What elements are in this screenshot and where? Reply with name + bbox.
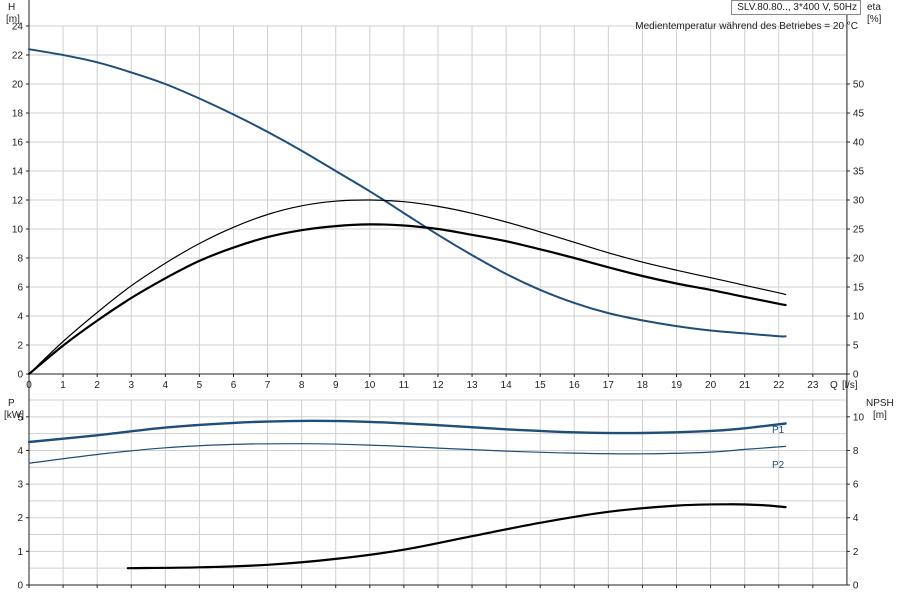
x-tick-label: 7 — [265, 380, 271, 391]
x-tick-label: 4 — [163, 380, 169, 391]
left-tick-label: 12 — [12, 196, 24, 207]
left-ticks-1: 024681012141618202224 — [12, 22, 29, 381]
x-tick-label: 18 — [637, 380, 649, 391]
series-line-0-0 — [28, 48, 787, 338]
p2-label: P2 — [772, 460, 785, 471]
power-npsh-plot: 012345 0246810 P [kW] NPSH [m] P1 P2 — [4, 374, 894, 592]
y-right-name-2: NPSH — [866, 398, 894, 409]
right-tick-label: 50 — [853, 80, 865, 91]
right-tick-label: 4 — [853, 513, 859, 524]
x-axis-unit: [l/s] — [842, 380, 858, 391]
series-line-1-0 — [27, 419, 787, 444]
pump-info-box: SLV.80.80.., 3*400 V, 50Hz — [731, 0, 861, 15]
right-tick-label: 0 — [853, 370, 859, 381]
x-tick-label: 23 — [807, 380, 819, 391]
right-tick-label: 25 — [853, 225, 865, 236]
x-tick-label: 2 — [94, 380, 100, 391]
right-tick-label: 8 — [853, 446, 859, 457]
right-tick-label: 20 — [853, 254, 865, 265]
right-ticks-1: 0 5 10 15 20 25 30 35 40 45 50 — [846, 80, 865, 381]
left-tick-label: 18 — [12, 109, 24, 120]
left-tick-label: 4 — [17, 446, 23, 457]
pump-curve-chart: 01234567891011121314151617181920212223 0… — [4, 0, 894, 592]
x-axis-name: Q — [830, 380, 838, 391]
left-tick-label: 0 — [17, 370, 23, 381]
left-tick-label: 4 — [17, 312, 23, 323]
x-tick-label: 14 — [501, 380, 513, 391]
y-left-unit-1: [m] — [6, 14, 20, 25]
x-tick-label: 5 — [197, 380, 203, 391]
left-tick-label: 3 — [17, 480, 23, 491]
y-right-unit-2: [m] — [873, 410, 887, 421]
y-right-name-1: eta — [867, 2, 881, 13]
right-tick-label: 10 — [853, 412, 865, 423]
left-tick-label: 16 — [12, 138, 24, 149]
x-tick-label: 17 — [603, 380, 615, 391]
series-line-1-1 — [28, 443, 787, 464]
left-ticks-2: 012345 — [17, 412, 29, 592]
pump-title: SLV.80.80.., 3*400 V, 50Hz — [737, 2, 857, 13]
left-tick-label: 2 — [17, 341, 23, 352]
x-tick-label: 13 — [466, 380, 478, 391]
y-left-name-1: H — [8, 2, 15, 13]
x-tick-label: 8 — [299, 380, 305, 391]
x-tick-label: 19 — [671, 380, 683, 391]
right-tick-label: 45 — [853, 109, 865, 120]
right-tick-label: 15 — [853, 283, 865, 294]
right-tick-label: 10 — [853, 312, 865, 323]
x-tick-label: 15 — [535, 380, 547, 391]
y-left-name-2: P — [8, 398, 15, 409]
x-tick-label: 20 — [705, 380, 717, 391]
left-tick-label: 10 — [12, 225, 24, 236]
x-tick-label: 12 — [432, 380, 444, 391]
series-line-1-2 — [126, 503, 787, 570]
right-tick-label: 0 — [853, 581, 859, 592]
x-tick-label: 6 — [231, 380, 237, 391]
p1-label: P1 — [772, 425, 785, 436]
right-tick-label: 5 — [853, 341, 859, 352]
right-tick-label: 6 — [853, 480, 859, 491]
x-tick-label: 16 — [569, 380, 581, 391]
x-tick-label: 3 — [128, 380, 134, 391]
right-tick-label: 2 — [853, 547, 859, 558]
y-right-unit-1: [%] — [867, 14, 882, 25]
x-tick-label: 1 — [60, 380, 66, 391]
x-tick-label: 10 — [364, 380, 376, 391]
x-tick-label: 11 — [399, 380, 410, 391]
y-left-unit-2: [kW] — [4, 410, 24, 421]
left-tick-label: 2 — [17, 513, 23, 524]
temperature-note: Medientemperatur während des Betriebes =… — [635, 21, 858, 32]
left-tick-label: 20 — [12, 80, 24, 91]
x-tick-label: 9 — [333, 380, 339, 391]
x-ticks-1: 01234567891011121314151617181920212223 — [26, 374, 819, 391]
right-tick-label: 40 — [853, 138, 865, 149]
left-tick-label: 1 — [17, 547, 23, 558]
grid-2 — [28, 399, 848, 586]
right-ticks-2: 0 2 4 6 8 10 — [846, 412, 865, 592]
left-tick-label: 8 — [17, 254, 23, 265]
left-tick-label: 0 — [17, 581, 23, 592]
series-line-0-2 — [27, 223, 787, 376]
series-2 — [27, 419, 787, 570]
left-tick-label: 22 — [12, 51, 24, 62]
right-tick-label: 35 — [853, 167, 865, 178]
right-tick-label: 30 — [853, 196, 865, 207]
head-efficiency-plot: 01234567891011121314151617181920212223 0… — [6, 0, 882, 391]
left-tick-label: 14 — [12, 167, 24, 178]
series-1 — [27, 48, 787, 376]
x-tick-label: 21 — [739, 380, 751, 391]
x-tick-label: 22 — [773, 380, 785, 391]
left-tick-label: 6 — [17, 283, 23, 294]
